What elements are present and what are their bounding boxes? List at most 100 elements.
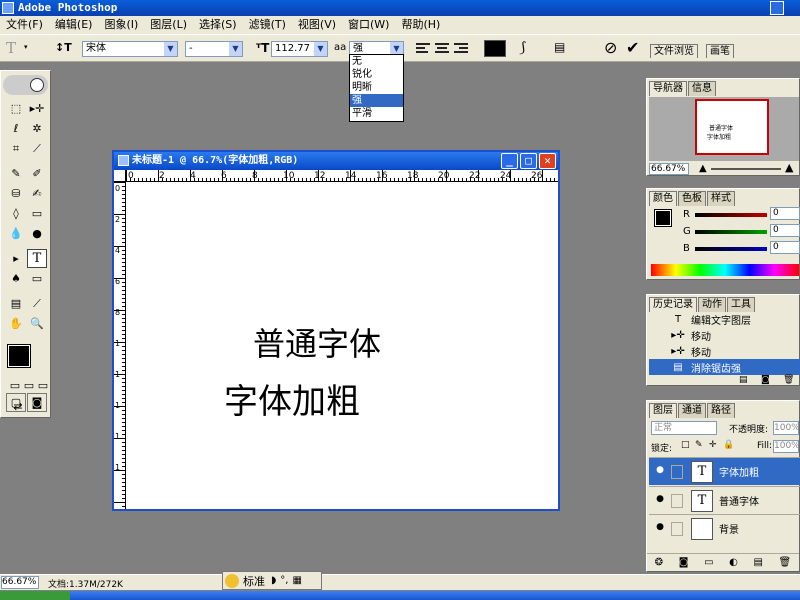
minimize-icon[interactable] [770, 1, 784, 15]
tab-styles[interactable]: 样式 [707, 191, 735, 206]
crop-tool-icon[interactable]: ⌗ [6, 139, 26, 158]
lock-image-icon[interactable]: ✎ [695, 440, 703, 450]
cancel-icon[interactable]: ⊘ [604, 38, 617, 57]
jump-to-imageready-icon[interactable]: ⇄ [8, 397, 28, 416]
slice-tool-icon[interactable]: ⟋ [27, 139, 47, 158]
fill-field[interactable]: 100% [773, 440, 800, 453]
minimize-button[interactable]: _ [501, 153, 518, 169]
text-color-swatch[interactable] [484, 40, 506, 57]
ime-logo-icon[interactable] [225, 573, 239, 588]
history-item[interactable]: ▸✛ 移动 [649, 343, 800, 359]
layer-link-box[interactable] [671, 521, 683, 536]
zoom-out-icon[interactable]: ▲ [699, 163, 707, 174]
menu-edit[interactable]: 编辑(E) [49, 16, 99, 34]
align-right-icon[interactable] [454, 43, 470, 55]
shape-tool-icon[interactable]: ▭ [27, 269, 47, 288]
tab-channels[interactable]: 通道 [678, 403, 706, 418]
layer-brush-icon[interactable] [671, 464, 683, 479]
lock-position-icon[interactable]: ✛ [709, 440, 717, 450]
align-left-icon[interactable] [416, 43, 432, 55]
tab-actions[interactable]: 动作 [698, 297, 726, 312]
type-tool-icon[interactable]: T [27, 249, 47, 268]
text-orientation-icon[interactable]: ↕T [55, 41, 72, 54]
ruler-horizontal[interactable]: 0 2 4 6 8 10 12 14 16 18 20 22 24 26 [126, 170, 558, 182]
layer-row[interactable]: ● 背景 [649, 514, 800, 542]
channel-r-value[interactable]: 0 [770, 207, 800, 220]
swap-colors-icon[interactable] [5, 353, 15, 363]
maximize-button[interactable]: □ [520, 153, 537, 169]
tab-file-browser[interactable]: 文件浏览 [650, 44, 698, 58]
new-layer-icon[interactable]: ▤ [753, 557, 762, 568]
chevron-down-icon[interactable]: ▾ [24, 43, 28, 51]
trash-icon[interactable]: 🗑 [779, 557, 792, 568]
layer-link-box[interactable] [671, 493, 683, 508]
adjustment-layer-icon[interactable]: ◐ [729, 557, 738, 568]
adobe-online-icon[interactable] [30, 78, 44, 92]
clone-stamp-icon[interactable]: ⛁ [6, 184, 26, 203]
marquee-tool-icon[interactable]: ⬚ [6, 99, 26, 118]
dropdown-option-crisp[interactable]: 明晰 [350, 81, 403, 94]
menu-view[interactable]: 视图(V) [292, 16, 342, 34]
ruler-vertical[interactable]: 0 2 4 6 8 1 1 1 1 1 [114, 170, 126, 509]
history-brush-icon[interactable]: ✍ [27, 184, 47, 203]
tab-brushes[interactable]: 画笔 [706, 44, 734, 58]
gradient-tool-icon[interactable]: ▭ [27, 204, 47, 223]
align-center-icon[interactable] [435, 43, 451, 55]
color-fg-swatch[interactable] [654, 209, 672, 227]
channel-b-value[interactable]: 0 [770, 241, 800, 254]
lock-transparency-icon[interactable]: □ [681, 440, 690, 450]
channel-g-slider[interactable] [695, 230, 767, 234]
layer-set-icon[interactable]: ▭ [704, 557, 713, 568]
history-item[interactable]: ▸✛ 移动 [649, 327, 800, 343]
menu-image[interactable]: 图象(I) [98, 16, 144, 34]
font-style-select[interactable]: - ▼ [185, 41, 243, 57]
color-ramp[interactable] [651, 264, 799, 276]
layer-mask-icon[interactable]: ◙ [679, 557, 689, 568]
eyedropper-icon[interactable]: ⟋ [27, 294, 47, 313]
lock-all-icon[interactable]: 🔒 [723, 440, 734, 450]
quick-mask-icon[interactable]: ◙ [27, 393, 47, 412]
eye-icon[interactable]: ● [653, 465, 667, 479]
screen-mode-full-icon[interactable]: ▭ [33, 376, 53, 395]
start-button[interactable] [0, 591, 70, 600]
tab-history[interactable]: 历史记录 [649, 297, 697, 312]
eraser-tool-icon[interactable]: ◊ [6, 204, 26, 223]
path-selection-icon[interactable]: ▸ [6, 249, 26, 268]
pen-tool-icon[interactable]: ♠ [6, 269, 26, 288]
opacity-field[interactable]: 100% [773, 421, 800, 435]
image-canvas[interactable]: 普通字体 字体加粗 [126, 182, 558, 509]
eye-icon[interactable]: ● [653, 494, 667, 508]
move-tool-icon[interactable]: ▸✛ [27, 99, 47, 118]
tab-layers[interactable]: 图层 [649, 403, 677, 418]
new-snapshot-icon[interactable]: ◙ [761, 375, 770, 385]
dropdown-option-none[interactable]: 无 [350, 55, 403, 68]
tab-info[interactable]: 信息 [688, 81, 716, 96]
close-button[interactable]: ✕ [539, 153, 556, 169]
eye-icon[interactable]: ● [653, 522, 667, 536]
menu-filter[interactable]: 滤镜(T) [243, 16, 292, 34]
zoom-tool-icon[interactable]: 🔍 [27, 314, 47, 333]
menu-select[interactable]: 选择(S) [193, 16, 243, 34]
warp-text-icon[interactable]: ⟆ [520, 40, 525, 56]
status-zoom-field[interactable]: 66.67% [1, 576, 39, 589]
dropdown-option-smooth[interactable]: 平滑 [350, 107, 403, 120]
zoom-slider[interactable] [711, 168, 781, 170]
magic-wand-icon[interactable]: ✲ [27, 119, 47, 138]
ime-mode-label[interactable]: 标准 [243, 573, 265, 589]
tab-navigator[interactable]: 导航器 [649, 81, 687, 96]
punctuation-icon[interactable]: °, [280, 575, 288, 586]
navigator-zoom-field[interactable]: 66.67% [649, 163, 689, 175]
dropdown-option-strong[interactable]: 强 [350, 94, 403, 107]
palettes-toggle-icon[interactable]: ▤ [554, 40, 565, 54]
document-title-bar[interactable]: 未标题-1 @ 66.7%(字体加粗,RGB) _ □ ✕ [114, 152, 558, 170]
tab-tools[interactable]: 工具 [727, 297, 755, 312]
new-document-from-state-icon[interactable]: ▤ [739, 375, 748, 385]
history-item[interactable]: T 编辑文字图层 [649, 311, 800, 327]
hand-tool-icon[interactable]: ✋ [6, 314, 26, 333]
menu-file[interactable]: 文件(F) [0, 16, 49, 34]
layer-row[interactable]: ● T 普通字体 [649, 486, 800, 514]
type-tool-preset-icon[interactable]: T [6, 39, 16, 57]
tab-color[interactable]: 颜色 [649, 191, 677, 206]
soft-keyboard-icon[interactable]: ▦ [292, 575, 301, 586]
blend-mode-select[interactable]: 正常 [651, 421, 717, 435]
